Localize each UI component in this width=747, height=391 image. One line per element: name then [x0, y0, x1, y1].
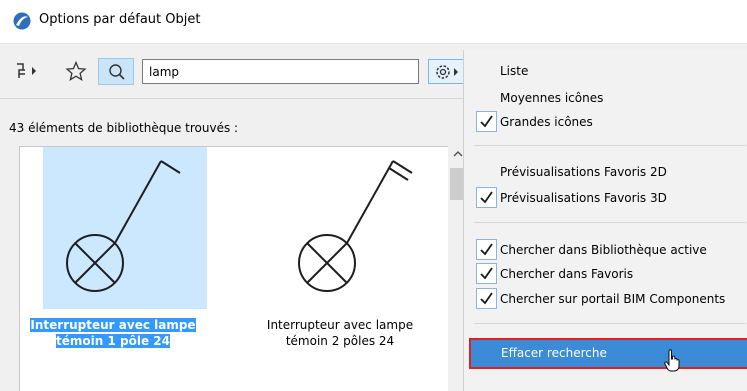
menu-item-search-favorites[interactable]: Chercher dans Favoris [500, 267, 633, 281]
search-input[interactable] [142, 59, 419, 84]
switch-symbol-icon [298, 160, 413, 292]
checkmark-icon [476, 263, 497, 284]
list-item[interactable]: Interrupteur avec lampe témoin 2 pôles 2… [247, 147, 433, 362]
menu-item-preview-fav-2d[interactable]: Prévisualisations Favoris 2D [500, 165, 667, 179]
menu-item-medium-icons[interactable]: Moyennes icônes [500, 91, 603, 105]
hand-cursor-icon [664, 349, 680, 372]
toolbar-divider [0, 98, 480, 99]
menu-item-list[interactable]: Liste [500, 64, 528, 78]
checkmark-icon [476, 187, 497, 208]
menu-separator [474, 323, 746, 324]
results-count: 43 éléments de bibliothèque trouvés : [9, 121, 239, 135]
search-toolbar [0, 45, 480, 97]
results-list[interactable]: Interrupteur avec lampe témoin 1 pôle 24… [19, 146, 471, 391]
menu-separator [474, 145, 746, 146]
search-settings-button[interactable] [428, 59, 468, 84]
checkmark-icon [476, 239, 497, 260]
checkmark-icon [476, 288, 497, 309]
settings-gear-icon [436, 65, 458, 79]
list-item-selected[interactable]: Interrupteur avec lampe témoin 1 pôle 24 [20, 147, 207, 362]
menu-item-search-bim-portal[interactable]: Chercher sur portail BIM Components [500, 292, 725, 306]
title-bar: Options par défaut Objet [0, 0, 747, 44]
menu-item-clear-search[interactable]: Effacer recherche [469, 338, 747, 372]
checkmark-icon [476, 111, 497, 132]
dialog-window: Options par défaut Objet 43 éléments de … [0, 0, 747, 391]
search-options-menu: Liste Moyennes icônes Grandes icônes Pré… [463, 50, 747, 391]
search-toggle-button[interactable] [98, 58, 134, 85]
item-label: Interrupteur avec lampe témoin 1 pôle 24 [30, 318, 196, 348]
switch-symbol-icon [66, 160, 181, 292]
menu-separator [474, 222, 746, 223]
archicad-app-icon [13, 12, 31, 30]
item-label: Interrupteur avec lampe témoin 2 pôles 2… [266, 318, 414, 348]
window-title: Options par défaut Objet [39, 12, 201, 27]
menu-item-preview-fav-3d[interactable]: Prévisualisations Favoris 3D [500, 191, 667, 205]
menu-item-large-icons[interactable]: Grandes icônes [500, 115, 593, 129]
star-icon[interactable] [65, 61, 87, 81]
hierarchy-icon[interactable] [13, 61, 39, 81]
menu-item-search-active-library[interactable]: Chercher dans Bibliothèque active [500, 243, 707, 257]
search-icon [109, 64, 125, 80]
